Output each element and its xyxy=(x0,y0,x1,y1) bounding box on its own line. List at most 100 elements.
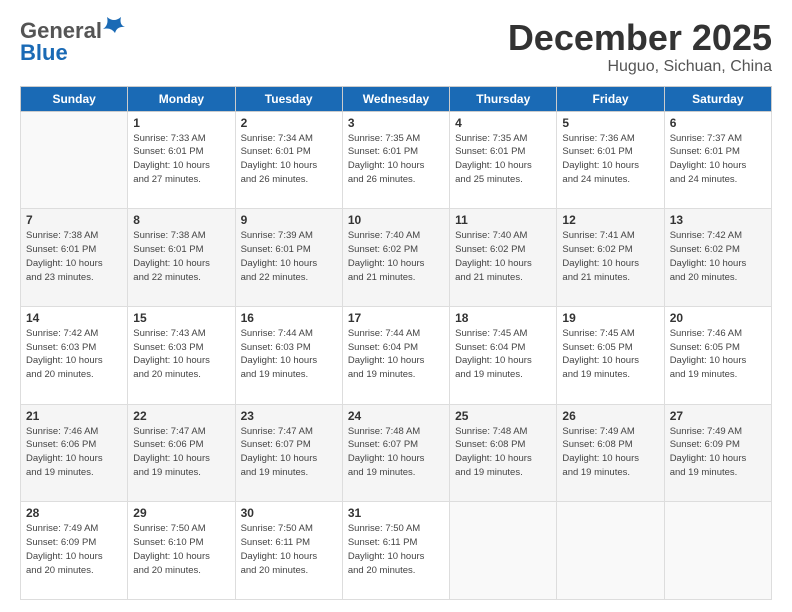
logo: General Blue xyxy=(20,18,125,66)
title-section: December 2025 Huguo, Sichuan, China xyxy=(508,18,772,76)
day-number: 15 xyxy=(133,311,229,325)
calendar-day-cell: 3 Sunrise: 7:35 AMSunset: 6:01 PMDayligh… xyxy=(342,111,449,209)
calendar-day-header: Friday xyxy=(557,86,664,111)
day-number: 13 xyxy=(670,213,766,227)
day-info: Sunrise: 7:34 AMSunset: 6:01 PMDaylight:… xyxy=(241,132,337,187)
day-info: Sunrise: 7:37 AMSunset: 6:01 PMDaylight:… xyxy=(670,132,766,187)
day-number: 25 xyxy=(455,409,551,423)
calendar-week-row: 14 Sunrise: 7:42 AMSunset: 6:03 PMDaylig… xyxy=(21,306,772,404)
day-info: Sunrise: 7:46 AMSunset: 6:05 PMDaylight:… xyxy=(670,327,766,382)
calendar-day-cell: 16 Sunrise: 7:44 AMSunset: 6:03 PMDaylig… xyxy=(235,306,342,404)
day-number: 22 xyxy=(133,409,229,423)
day-number: 28 xyxy=(26,506,122,520)
day-number: 27 xyxy=(670,409,766,423)
day-number: 18 xyxy=(455,311,551,325)
day-number: 4 xyxy=(455,116,551,130)
calendar-day-cell: 1 Sunrise: 7:33 AMSunset: 6:01 PMDayligh… xyxy=(128,111,235,209)
calendar-day-cell: 20 Sunrise: 7:46 AMSunset: 6:05 PMDaylig… xyxy=(664,306,771,404)
calendar-day-cell: 19 Sunrise: 7:45 AMSunset: 6:05 PMDaylig… xyxy=(557,306,664,404)
day-number: 3 xyxy=(348,116,444,130)
calendar-day-cell: 23 Sunrise: 7:47 AMSunset: 6:07 PMDaylig… xyxy=(235,404,342,502)
calendar-day-cell: 26 Sunrise: 7:49 AMSunset: 6:08 PMDaylig… xyxy=(557,404,664,502)
calendar-day-cell: 14 Sunrise: 7:42 AMSunset: 6:03 PMDaylig… xyxy=(21,306,128,404)
calendar-day-cell: 15 Sunrise: 7:43 AMSunset: 6:03 PMDaylig… xyxy=(128,306,235,404)
calendar-week-row: 7 Sunrise: 7:38 AMSunset: 6:01 PMDayligh… xyxy=(21,209,772,307)
calendar-day-cell xyxy=(450,502,557,600)
calendar-day-cell: 24 Sunrise: 7:48 AMSunset: 6:07 PMDaylig… xyxy=(342,404,449,502)
day-info: Sunrise: 7:43 AMSunset: 6:03 PMDaylight:… xyxy=(133,327,229,382)
day-number: 12 xyxy=(562,213,658,227)
calendar-day-cell: 12 Sunrise: 7:41 AMSunset: 6:02 PMDaylig… xyxy=(557,209,664,307)
calendar-day-cell: 4 Sunrise: 7:35 AMSunset: 6:01 PMDayligh… xyxy=(450,111,557,209)
day-number: 30 xyxy=(241,506,337,520)
day-info: Sunrise: 7:45 AMSunset: 6:04 PMDaylight:… xyxy=(455,327,551,382)
day-info: Sunrise: 7:50 AMSunset: 6:10 PMDaylight:… xyxy=(133,522,229,577)
calendar-day-header: Sunday xyxy=(21,86,128,111)
day-number: 10 xyxy=(348,213,444,227)
calendar-day-header: Tuesday xyxy=(235,86,342,111)
day-info: Sunrise: 7:41 AMSunset: 6:02 PMDaylight:… xyxy=(562,229,658,284)
day-number: 1 xyxy=(133,116,229,130)
day-info: Sunrise: 7:42 AMSunset: 6:03 PMDaylight:… xyxy=(26,327,122,382)
day-number: 7 xyxy=(26,213,122,227)
calendar-day-header: Monday xyxy=(128,86,235,111)
day-info: Sunrise: 7:49 AMSunset: 6:09 PMDaylight:… xyxy=(670,425,766,480)
day-number: 5 xyxy=(562,116,658,130)
calendar-day-cell: 5 Sunrise: 7:36 AMSunset: 6:01 PMDayligh… xyxy=(557,111,664,209)
calendar-day-cell: 25 Sunrise: 7:48 AMSunset: 6:08 PMDaylig… xyxy=(450,404,557,502)
calendar-week-row: 21 Sunrise: 7:46 AMSunset: 6:06 PMDaylig… xyxy=(21,404,772,502)
day-info: Sunrise: 7:39 AMSunset: 6:01 PMDaylight:… xyxy=(241,229,337,284)
day-info: Sunrise: 7:40 AMSunset: 6:02 PMDaylight:… xyxy=(455,229,551,284)
day-number: 8 xyxy=(133,213,229,227)
calendar-day-cell: 8 Sunrise: 7:38 AMSunset: 6:01 PMDayligh… xyxy=(128,209,235,307)
calendar-day-header: Saturday xyxy=(664,86,771,111)
logo-bird-icon xyxy=(103,15,125,37)
day-number: 29 xyxy=(133,506,229,520)
calendar-day-header: Thursday xyxy=(450,86,557,111)
day-info: Sunrise: 7:38 AMSunset: 6:01 PMDaylight:… xyxy=(26,229,122,284)
calendar-week-row: 28 Sunrise: 7:49 AMSunset: 6:09 PMDaylig… xyxy=(21,502,772,600)
calendar-day-cell: 9 Sunrise: 7:39 AMSunset: 6:01 PMDayligh… xyxy=(235,209,342,307)
day-number: 14 xyxy=(26,311,122,325)
calendar-day-cell: 21 Sunrise: 7:46 AMSunset: 6:06 PMDaylig… xyxy=(21,404,128,502)
day-info: Sunrise: 7:50 AMSunset: 6:11 PMDaylight:… xyxy=(348,522,444,577)
day-info: Sunrise: 7:45 AMSunset: 6:05 PMDaylight:… xyxy=(562,327,658,382)
day-number: 17 xyxy=(348,311,444,325)
calendar-week-row: 1 Sunrise: 7:33 AMSunset: 6:01 PMDayligh… xyxy=(21,111,772,209)
calendar-day-header: Wednesday xyxy=(342,86,449,111)
day-info: Sunrise: 7:50 AMSunset: 6:11 PMDaylight:… xyxy=(241,522,337,577)
header: General Blue December 2025 Huguo, Sichua… xyxy=(20,18,772,76)
calendar-day-cell: 29 Sunrise: 7:50 AMSunset: 6:10 PMDaylig… xyxy=(128,502,235,600)
day-number: 9 xyxy=(241,213,337,227)
day-info: Sunrise: 7:47 AMSunset: 6:07 PMDaylight:… xyxy=(241,425,337,480)
day-number: 20 xyxy=(670,311,766,325)
month-title: December 2025 xyxy=(508,18,772,58)
day-info: Sunrise: 7:40 AMSunset: 6:02 PMDaylight:… xyxy=(348,229,444,284)
day-info: Sunrise: 7:44 AMSunset: 6:03 PMDaylight:… xyxy=(241,327,337,382)
day-number: 16 xyxy=(241,311,337,325)
day-number: 23 xyxy=(241,409,337,423)
day-info: Sunrise: 7:38 AMSunset: 6:01 PMDaylight:… xyxy=(133,229,229,284)
calendar-day-cell: 10 Sunrise: 7:40 AMSunset: 6:02 PMDaylig… xyxy=(342,209,449,307)
day-info: Sunrise: 7:46 AMSunset: 6:06 PMDaylight:… xyxy=(26,425,122,480)
day-info: Sunrise: 7:35 AMSunset: 6:01 PMDaylight:… xyxy=(455,132,551,187)
calendar-day-cell: 30 Sunrise: 7:50 AMSunset: 6:11 PMDaylig… xyxy=(235,502,342,600)
calendar-day-cell: 17 Sunrise: 7:44 AMSunset: 6:04 PMDaylig… xyxy=(342,306,449,404)
calendar-header-row: SundayMondayTuesdayWednesdayThursdayFrid… xyxy=(21,86,772,111)
calendar-body: 1 Sunrise: 7:33 AMSunset: 6:01 PMDayligh… xyxy=(21,111,772,599)
calendar-day-cell xyxy=(664,502,771,600)
day-info: Sunrise: 7:49 AMSunset: 6:08 PMDaylight:… xyxy=(562,425,658,480)
logo-blue-text: Blue xyxy=(20,40,68,66)
location: Huguo, Sichuan, China xyxy=(508,58,772,76)
calendar-day-cell: 18 Sunrise: 7:45 AMSunset: 6:04 PMDaylig… xyxy=(450,306,557,404)
calendar-day-cell: 11 Sunrise: 7:40 AMSunset: 6:02 PMDaylig… xyxy=(450,209,557,307)
day-info: Sunrise: 7:48 AMSunset: 6:07 PMDaylight:… xyxy=(348,425,444,480)
day-info: Sunrise: 7:33 AMSunset: 6:01 PMDaylight:… xyxy=(133,132,229,187)
calendar-day-cell xyxy=(557,502,664,600)
calendar-day-cell: 31 Sunrise: 7:50 AMSunset: 6:11 PMDaylig… xyxy=(342,502,449,600)
day-number: 19 xyxy=(562,311,658,325)
day-number: 6 xyxy=(670,116,766,130)
calendar-day-cell: 7 Sunrise: 7:38 AMSunset: 6:01 PMDayligh… xyxy=(21,209,128,307)
calendar-day-cell: 2 Sunrise: 7:34 AMSunset: 6:01 PMDayligh… xyxy=(235,111,342,209)
day-info: Sunrise: 7:47 AMSunset: 6:06 PMDaylight:… xyxy=(133,425,229,480)
